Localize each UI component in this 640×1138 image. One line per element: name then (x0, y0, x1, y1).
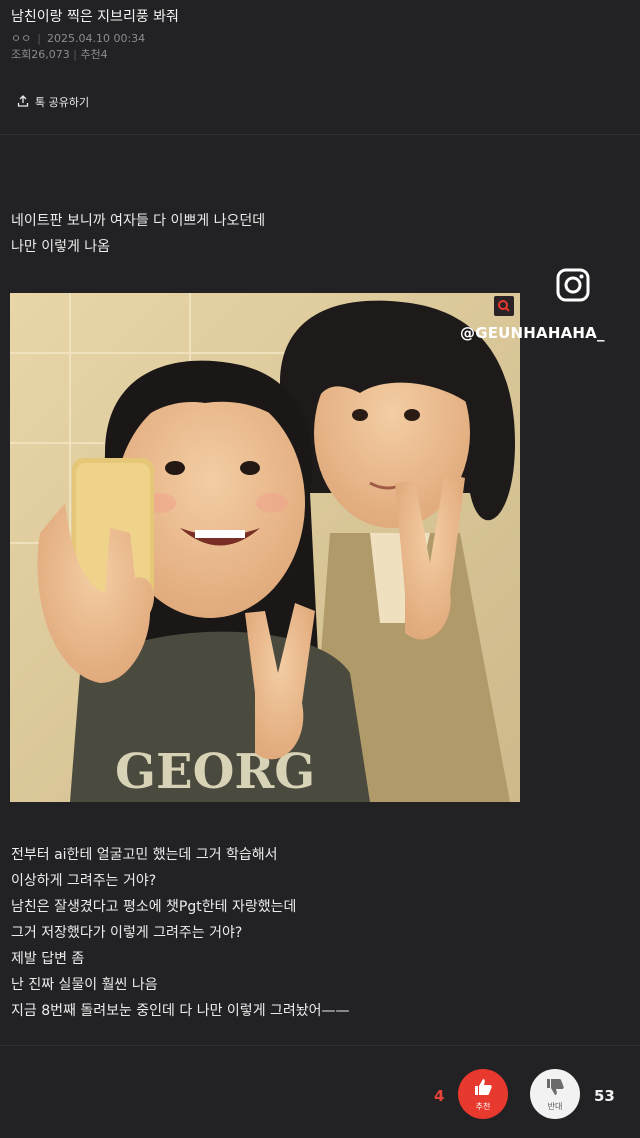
downvote-label: 반대 (547, 1102, 563, 1111)
upvote-label: 추천 (475, 1102, 491, 1111)
thumbs-up-icon (472, 1076, 494, 1100)
upvote-button[interactable]: 추천 (458, 1069, 508, 1119)
body-line: 지금 8번째 돌려보눈 중인데 다 나만 이렇게 그려놨어—— (11, 1003, 350, 1019)
downvote-button[interactable]: 반대 (530, 1069, 580, 1119)
body-line: 나만 이렇게 나옴 (11, 239, 111, 255)
instagram-handle: @GEUNHAHAHA_ (460, 324, 605, 342)
downvote-count: 53 (594, 1087, 615, 1105)
divider (0, 134, 640, 135)
post-title: 남친이랑 찍은 지브리풍 봐줘 (11, 9, 179, 25)
body-line: 난 진짜 실물이 훨씬 나음 (11, 977, 158, 993)
meta-separator: | (37, 31, 41, 45)
post-body-intro: 네이트판 보니까 여자들 다 이쁘게 나오던데 나만 이렇게 나옴 (11, 208, 265, 260)
view-count: 조회26,073 (11, 48, 70, 61)
body-line: 제발 답변 좀 (11, 951, 85, 967)
share-icon (17, 94, 29, 110)
zoom-icon[interactable] (494, 296, 514, 316)
instagram-icon (556, 268, 590, 302)
post-stats: 조회26,073 | 추천4 (11, 46, 108, 62)
share-label: 톡 공유하기 (35, 96, 90, 109)
post-image[interactable]: GEORG (10, 293, 520, 802)
body-line: 네이트판 보니까 여자들 다 이쁘게 나오던데 (11, 213, 266, 229)
post-meta: ㅇㅇ | 2025.04.10 00:34 (11, 30, 145, 46)
thumbs-down-icon (544, 1076, 566, 1100)
body-line: 전부터 ai한테 얼굴고민 했는데 그거 학습해서 (11, 847, 278, 863)
post-page: { "post": { "title": "남친이랑 찍은 지브리풍 봐줘", … (0, 0, 640, 1138)
body-line: 남친은 잘생겼다고 평소에 챗Pgt한테 자랑했는데 (11, 899, 297, 915)
recommend-count: 추천4 (80, 48, 108, 61)
body-line: 그거 저장했다가 이렇게 그려주는 거야? (11, 925, 243, 941)
post-datetime: 2025.04.10 00:34 (46, 31, 146, 45)
post-body-main: 전부터 ai한테 얼굴고민 했는데 그거 학습해서 이상하게 그려주는 거야? … (11, 842, 350, 1024)
share-button[interactable]: 톡 공유하기 (10, 90, 96, 114)
author-name[interactable]: ㅇㅇ (11, 30, 31, 46)
body-line: 이상하게 그려주는 거야? (11, 873, 157, 889)
upvote-count: 4 (434, 1087, 445, 1105)
